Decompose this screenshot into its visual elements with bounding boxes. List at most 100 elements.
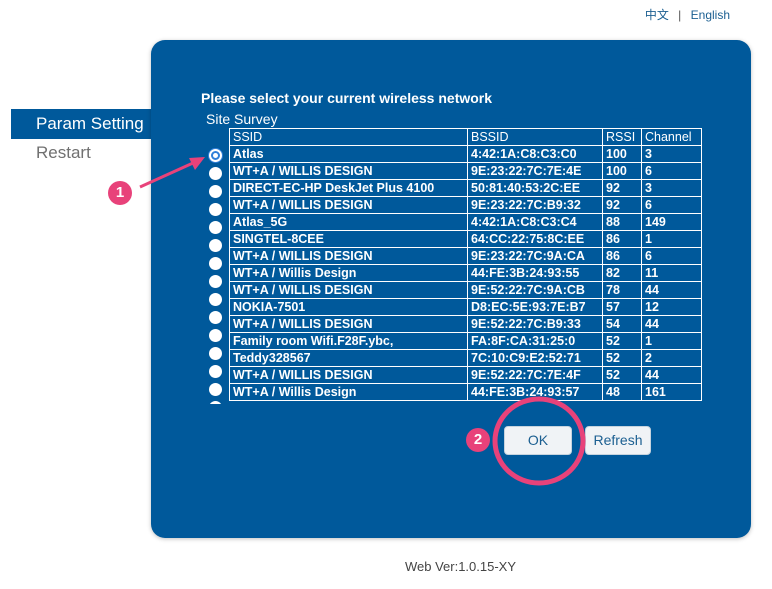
network-radio-button[interactable] xyxy=(209,167,222,180)
network-rssi: 52 xyxy=(602,332,642,350)
network-rssi: 86 xyxy=(602,230,642,248)
language-switcher: 中文 | English xyxy=(645,6,730,23)
network-rssi: 100 xyxy=(602,162,642,180)
site-survey-label: Site Survey xyxy=(206,111,278,127)
network-ssid: Teddy328567 xyxy=(229,349,468,367)
table-header-row: SSID BSSID RSSI Channel xyxy=(229,128,702,146)
network-channel: 6 xyxy=(641,196,702,214)
sidebar-item-restart[interactable]: Restart xyxy=(36,143,91,163)
network-radio-button[interactable] xyxy=(209,365,222,378)
sidebar-item-param-setting[interactable]: Param Setting xyxy=(11,109,161,139)
network-channel: 44 xyxy=(641,315,702,333)
network-bssid: 9E:23:22:7C:7E:4E xyxy=(467,162,603,180)
english-language-link[interactable]: English xyxy=(691,8,730,22)
network-ssid: Atlas xyxy=(229,145,468,163)
network-radio-button[interactable] xyxy=(209,185,222,198)
network-row[interactable]: Atlas 4:42:1A:C8:C3:C0 100 3 xyxy=(229,145,702,163)
network-rssi: 54 xyxy=(602,315,642,333)
network-radio-button[interactable] xyxy=(209,203,222,216)
network-row[interactable]: WT+A / WILLIS DESIGN 9E:23:22:7C:B9:32 92 6 xyxy=(229,196,702,214)
network-rssi: 88 xyxy=(602,213,642,231)
network-radio-button[interactable] xyxy=(209,329,222,342)
network-row[interactable]: WT+A / WILLIS DESIGN 9E:52:22:7C:7E:4F 52 4… xyxy=(229,366,702,384)
network-channel: 12 xyxy=(641,298,702,316)
network-bssid: 64:CC:22:75:8C:EE xyxy=(467,230,603,248)
network-ssid: DIRECT-EC-HP DeskJet Plus 4100 xyxy=(229,179,468,197)
network-row[interactable]: Teddy328567 7C:10:C9:E2:52:71 52 2 xyxy=(229,349,702,367)
network-rssi: 48 xyxy=(602,383,642,401)
step-badge-1: 1 xyxy=(108,181,132,205)
network-bssid: 7C:10:C9:E2:52:71 xyxy=(467,349,603,367)
network-rssi: 92 xyxy=(602,196,642,214)
network-row[interactable]: Atlas_5G 4:42:1A:C8:C3:C4 88 149 xyxy=(229,213,702,231)
network-rssi: 57 xyxy=(602,298,642,316)
network-ssid: WT+A / WILLIS DESIGN xyxy=(229,196,468,214)
ok-button[interactable]: OK xyxy=(504,426,572,455)
network-radio-button[interactable] xyxy=(209,401,222,404)
column-header-ssid: SSID xyxy=(229,128,468,146)
network-table: SSID BSSID RSSI Channel Atlas 4:42:1A:C8:… xyxy=(229,128,702,401)
network-ssid: WT+A / WILLIS DESIGN xyxy=(229,315,468,333)
step-badge-2: 2 xyxy=(466,428,490,452)
network-bssid: 4:42:1A:C8:C3:C0 xyxy=(467,145,603,163)
network-ssid: NOKIA-7501 xyxy=(229,298,468,316)
network-radio-button[interactable] xyxy=(209,347,222,360)
network-radio-button[interactable] xyxy=(209,149,222,162)
network-rssi: 82 xyxy=(602,264,642,282)
network-bssid: 9E:52:22:7C:9A:CB xyxy=(467,281,603,299)
network-radio-button[interactable] xyxy=(209,383,222,396)
network-ssid: SINGTEL-8CEE xyxy=(229,230,468,248)
network-bssid: 44:FE:3B:24:93:57 xyxy=(467,383,603,401)
network-bssid: D8:EC:5E:93:7E:B7 xyxy=(467,298,603,316)
network-radio-button[interactable] xyxy=(209,293,222,306)
network-bssid: 9E:23:22:7C:9A:CA xyxy=(467,247,603,265)
network-radio-button[interactable] xyxy=(209,275,222,288)
network-list-scroll-area[interactable]: SSID BSSID RSSI Channel Atlas 4:42:1A:C8:… xyxy=(203,128,709,404)
network-channel: 44 xyxy=(641,366,702,384)
column-header-bssid: BSSID xyxy=(467,128,603,146)
column-header-channel: Channel xyxy=(641,128,702,146)
network-row[interactable]: WT+A / Willis Design 44:FE:3B:24:93:55 82 1… xyxy=(229,264,702,282)
refresh-button[interactable]: Refresh xyxy=(585,426,651,455)
network-bssid: 44:FE:3B:24:93:55 xyxy=(467,264,603,282)
network-row[interactable]: WT+A / Willis Design 44:FE:3B:24:93:57 48 1… xyxy=(229,383,702,401)
network-row[interactable]: Family room Wifi.F28F.ybc, FA:8F:CA:31:25… xyxy=(229,332,702,350)
network-bssid: 9E:52:22:7C:B9:33 xyxy=(467,315,603,333)
network-channel: 149 xyxy=(641,213,702,231)
network-channel: 6 xyxy=(641,247,702,265)
network-bssid: 9E:52:22:7C:7E:4F xyxy=(467,366,603,384)
network-row[interactable]: WT+A / WILLIS DESIGN 9E:23:22:7C:9A:CA 86 6 xyxy=(229,247,702,265)
network-ssid: WT+A / WILLIS DESIGN xyxy=(229,247,468,265)
network-channel: 1 xyxy=(641,332,702,350)
network-ssid: Family room Wifi.F28F.ybc, xyxy=(229,332,468,350)
network-channel: 11 xyxy=(641,264,702,282)
network-radio-button[interactable] xyxy=(209,257,222,270)
network-channel: 6 xyxy=(641,162,702,180)
network-channel: 1 xyxy=(641,230,702,248)
network-row[interactable]: WT+A / WILLIS DESIGN 9E:52:22:7C:B9:33 54 4… xyxy=(229,315,702,333)
network-channel: 3 xyxy=(641,179,702,197)
network-row[interactable]: SINGTEL-8CEE 64:CC:22:75:8C:EE 86 1 xyxy=(229,230,702,248)
network-ssid: WT+A / WILLIS DESIGN xyxy=(229,366,468,384)
network-rssi: 52 xyxy=(602,366,642,384)
network-channel: 2 xyxy=(641,349,702,367)
network-row[interactable]: DIRECT-EC-HP DeskJet Plus 4100 50:81:40:5… xyxy=(229,179,702,197)
network-rssi: 92 xyxy=(602,179,642,197)
network-ssid: WT+A / WILLIS DESIGN xyxy=(229,162,468,180)
network-ssid: WT+A / Willis Design xyxy=(229,383,468,401)
network-rssi: 52 xyxy=(602,349,642,367)
web-version: Web Ver:1.0.15-XY xyxy=(404,559,517,574)
network-rssi: 86 xyxy=(602,247,642,265)
network-radio-button[interactable] xyxy=(209,311,222,324)
network-bssid: 4:42:1A:C8:C3:C4 xyxy=(467,213,603,231)
chinese-language-link[interactable]: 中文 xyxy=(645,8,669,22)
network-radio-button[interactable] xyxy=(209,239,222,252)
network-bssid: FA:8F:CA:31:25:0 xyxy=(467,332,603,350)
network-rssi: 100 xyxy=(602,145,642,163)
network-row[interactable]: WT+A / WILLIS DESIGN 9E:52:22:7C:9A:CB 78 4… xyxy=(229,281,702,299)
network-row[interactable]: NOKIA-7501 D8:EC:5E:93:7E:B7 57 12 xyxy=(229,298,702,316)
network-bssid: 9E:23:22:7C:B9:32 xyxy=(467,196,603,214)
network-row[interactable]: WT+A / WILLIS DESIGN 9E:23:22:7C:7E:4E 100… xyxy=(229,162,702,180)
network-radio-button[interactable] xyxy=(209,221,222,234)
panel-title: Please select your current wireless netw… xyxy=(201,90,493,106)
